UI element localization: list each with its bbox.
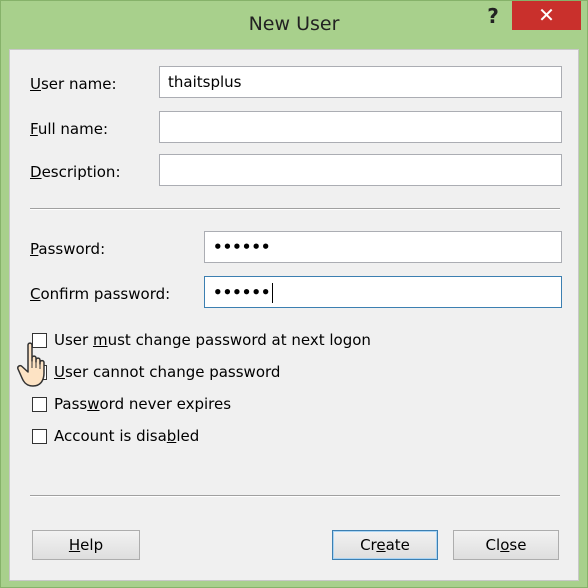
close-pre: Cl <box>485 536 501 554</box>
title-bar[interactable]: New User ? ✕ <box>1 1 587 49</box>
password-never-expires-label[interactable]: Password never expires <box>54 395 231 413</box>
password-never-expires-checkbox[interactable] <box>32 397 47 412</box>
close-post: se <box>509 536 527 554</box>
username-field[interactable]: thaitsplus <box>159 66 562 98</box>
create-button[interactable]: Create <box>332 530 438 560</box>
separator-top <box>30 208 560 210</box>
opt2-pre: Pass <box>54 395 88 413</box>
account-disabled-checkbox[interactable] <box>32 429 47 444</box>
account-disabled-label[interactable]: Account is disabled <box>54 427 199 445</box>
opt2-mnemonic: w <box>87 395 100 413</box>
fullname-mnemonic: F <box>30 120 38 138</box>
opt3-post: led <box>176 427 200 445</box>
password-label-rest: assword: <box>38 240 106 258</box>
password-label: Password: <box>30 240 105 258</box>
description-mnemonic: D <box>30 163 42 181</box>
cannot-change-password-label[interactable]: User cannot change password <box>54 363 280 381</box>
username-mnemonic: U <box>30 75 41 93</box>
password-field[interactable]: •••••• <box>204 231 562 263</box>
close-button[interactable]: Close <box>453 530 559 560</box>
separator-bottom <box>30 495 560 497</box>
help-icon[interactable]: ? <box>482 4 504 28</box>
close-mnemonic: o <box>500 536 510 554</box>
fullname-label-rest: ull name: <box>37 120 109 138</box>
confirm-label-rest: onfirm password: <box>40 285 171 303</box>
fullname-label: Full name: <box>30 120 108 138</box>
opt3-pre: Account is disa <box>54 427 167 445</box>
opt0-pre: User <box>54 331 93 349</box>
username-label-rest: ser name: <box>40 75 117 93</box>
create-post: ate <box>385 536 410 554</box>
opt1-post: ser cannot change password <box>64 363 281 381</box>
confirm-password-value: •••••• <box>213 283 271 302</box>
opt2-post: ord never expires <box>99 395 232 413</box>
description-field[interactable] <box>159 154 562 186</box>
opt3-mnemonic: b <box>166 427 177 445</box>
help-post: elp <box>80 536 104 554</box>
confirm-mnemonic: C <box>30 285 41 303</box>
confirm-password-field[interactable]: •••••• <box>204 276 562 308</box>
must-change-password-label[interactable]: User must change password at next logon <box>54 331 371 349</box>
hand-pointer-icon <box>17 342 45 387</box>
close-window-button[interactable]: ✕ <box>512 1 581 30</box>
description-label: Description: <box>30 163 121 181</box>
confirm-password-label: Confirm password: <box>30 285 170 303</box>
opt0-mnemonic: m <box>92 331 108 349</box>
opt0-post: ust change password at next logon <box>107 331 371 349</box>
help-mnemonic: H <box>68 536 81 554</box>
create-mnemonic: e <box>376 536 386 554</box>
fullname-field[interactable] <box>159 111 562 143</box>
help-button[interactable]: Help <box>32 530 140 560</box>
new-user-dialog: New User ? ✕ User name: thaitsplus Full … <box>0 0 588 588</box>
username-label: User name: <box>30 75 117 93</box>
dialog-body: User name: thaitsplus Full name: Descrip… <box>9 49 579 581</box>
text-caret <box>271 283 273 303</box>
create-pre: Cr <box>360 536 377 554</box>
description-label-rest: escription: <box>41 163 121 181</box>
